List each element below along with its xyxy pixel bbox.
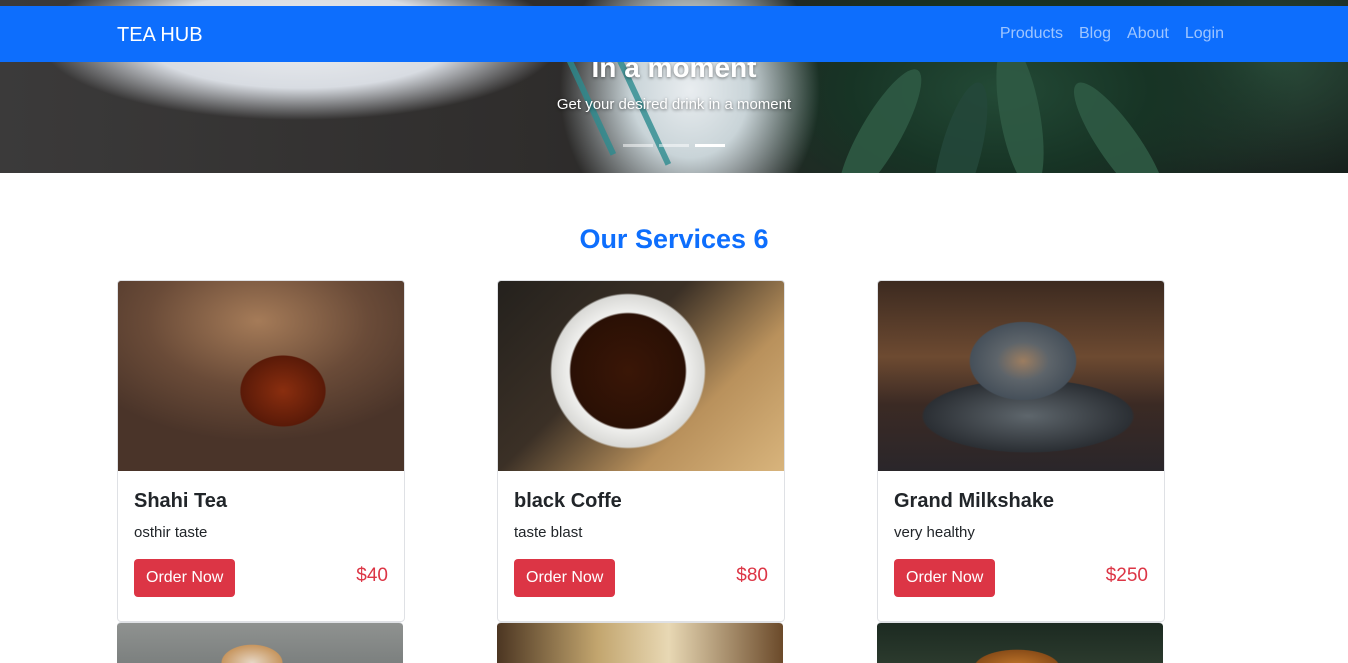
product-price: $250 bbox=[1105, 565, 1148, 586]
nav-link-about[interactable]: About bbox=[1127, 24, 1169, 44]
section-title: Our Services 6 bbox=[579, 224, 769, 254]
carousel-indicators bbox=[0, 144, 1348, 147]
order-now-button[interactable]: Order Now bbox=[894, 559, 996, 597]
carousel-indicator-2[interactable] bbox=[659, 144, 689, 147]
hero-leaf bbox=[1060, 72, 1180, 173]
product-card-partial bbox=[497, 622, 783, 663]
carousel-indicator-1[interactable] bbox=[623, 144, 653, 147]
product-description: osthir taste bbox=[134, 524, 208, 541]
product-card: Shahi Tea osthir taste Order Now $40 bbox=[117, 280, 405, 622]
nav-link-products[interactable]: Products bbox=[1000, 24, 1063, 44]
product-description: very healthy bbox=[894, 524, 975, 541]
nav-link-login[interactable]: Login bbox=[1185, 24, 1224, 44]
brand-logo[interactable]: TEA HUB bbox=[117, 23, 203, 47]
product-name: black Coffe bbox=[514, 490, 622, 512]
product-card: black Coffe taste blast Order Now $80 bbox=[497, 280, 785, 622]
product-card-partial bbox=[117, 622, 403, 663]
order-now-button[interactable]: Order Now bbox=[134, 559, 236, 597]
product-card: Grand Milkshake very healthy Order Now $… bbox=[877, 280, 1165, 622]
product-price: $80 bbox=[736, 565, 768, 586]
hero-subtitle: Get your desired drink in a moment bbox=[556, 96, 792, 113]
navbar: TEA HUB Products Blog About Login bbox=[0, 6, 1348, 62]
product-image bbox=[118, 281, 404, 471]
product-name: Shahi Tea bbox=[134, 490, 227, 512]
product-description: taste blast bbox=[514, 524, 583, 541]
carousel-indicator-3[interactable] bbox=[695, 144, 725, 147]
nav-link-blog[interactable]: Blog bbox=[1079, 24, 1111, 44]
product-image bbox=[878, 281, 1164, 471]
nav-links: Products Blog About Login bbox=[1000, 24, 1224, 44]
product-card-partial bbox=[877, 622, 1163, 663]
product-name: Grand Milkshake bbox=[894, 490, 1055, 512]
product-price: $40 bbox=[356, 565, 388, 586]
order-now-button[interactable]: Order Now bbox=[514, 559, 616, 597]
product-image bbox=[498, 281, 784, 471]
hero-leaf bbox=[921, 77, 999, 173]
